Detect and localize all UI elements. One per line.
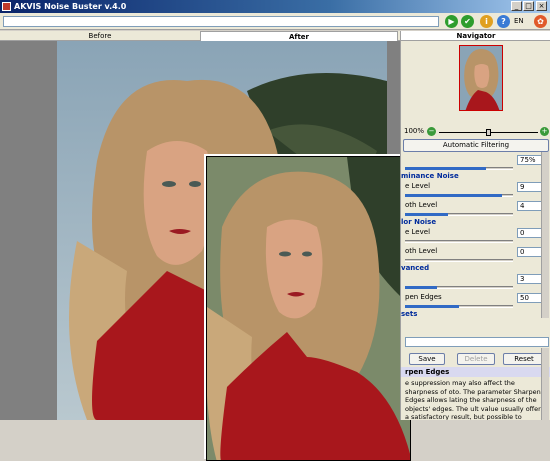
delete-preset-button[interactable]: Delete [457,353,495,365]
section-luminance-noise: minance Noise [401,172,550,181]
window-title: AKVIS Noise Buster v.4.0 [14,2,127,11]
noise-level-slider[interactable] [405,167,513,170]
language-selector[interactable]: EN [514,17,524,25]
zoom-value: 100% [404,127,425,135]
color-smooth-level-slider[interactable] [405,259,513,262]
tab-after[interactable]: After [200,31,398,41]
help-scrollbar[interactable] [541,348,549,420]
help-text: e suppression may also affect the sharpn… [405,379,545,420]
zoom-slider-handle[interactable] [486,129,491,136]
tab-before[interactable]: Before [0,31,200,41]
after-preview-image[interactable] [206,156,411,461]
maximize-button[interactable]: □ [523,1,534,11]
section-advanced: vanced [401,264,550,273]
close-button[interactable]: × [536,1,547,11]
title-bar: AKVIS Noise Buster v.4.0 _ □ × [0,0,550,13]
run-icon[interactable]: ▶ [445,15,458,28]
view-tabs: Before After [0,31,400,41]
sharpen-edges-slider[interactable] [405,305,513,308]
zoom-out-icon[interactable]: − [427,127,436,136]
file-path-field[interactable] [3,16,439,27]
navigator-thumbnail[interactable] [459,45,503,111]
help-title: rpen Edges [401,367,550,377]
panel-scrollbar[interactable] [541,152,549,318]
help-icon[interactable]: ? [497,15,510,28]
lum-noise-level-label: e Level [405,182,431,190]
section-presets: sets [401,310,550,319]
app-logo-icon [2,2,11,11]
presets-dropdown[interactable] [405,337,549,347]
zoom-control: 100% − + [401,126,550,138]
lum-smooth-level-slider[interactable] [405,213,513,216]
section-color-noise: lor Noise [401,218,550,227]
apply-icon[interactable]: ✔ [461,15,474,28]
section-color-title: lor Noise [401,218,437,226]
info-icon[interactable]: i [480,15,493,28]
sharpen-edges-label: pen Edges [405,293,442,301]
lum-smooth-level-label: oth Level [405,201,438,209]
section-advanced-title: vanced [401,264,430,272]
zoom-in-icon[interactable]: + [540,127,549,136]
section-presets-title: sets [401,310,418,318]
navigator-title: Navigator [401,31,550,41]
advanced-param-slider[interactable] [405,286,513,289]
automatic-filtering-button[interactable]: Automatic Filtering [403,139,549,152]
image-canvas[interactable] [0,41,411,461]
settings-panel: Navigator 100% − + Automatic Filtering 7… [400,31,550,420]
color-noise-level-slider[interactable] [405,240,513,243]
color-smooth-level-label: oth Level [405,247,438,255]
toolbar: ▶ ✔ i ? EN ✿ [0,13,550,30]
section-luminance-title: minance Noise [401,172,459,180]
app-window: AKVIS Noise Buster v.4.0 _ □ × ▶ ✔ i ? E… [0,0,550,461]
reset-preset-button[interactable]: Reset [503,353,545,365]
settings-icon[interactable]: ✿ [534,15,547,28]
save-preset-button[interactable]: Save [409,353,445,365]
lum-noise-level-slider[interactable] [405,194,513,197]
color-noise-level-label: e Level [405,228,431,236]
minimize-button[interactable]: _ [511,1,522,11]
